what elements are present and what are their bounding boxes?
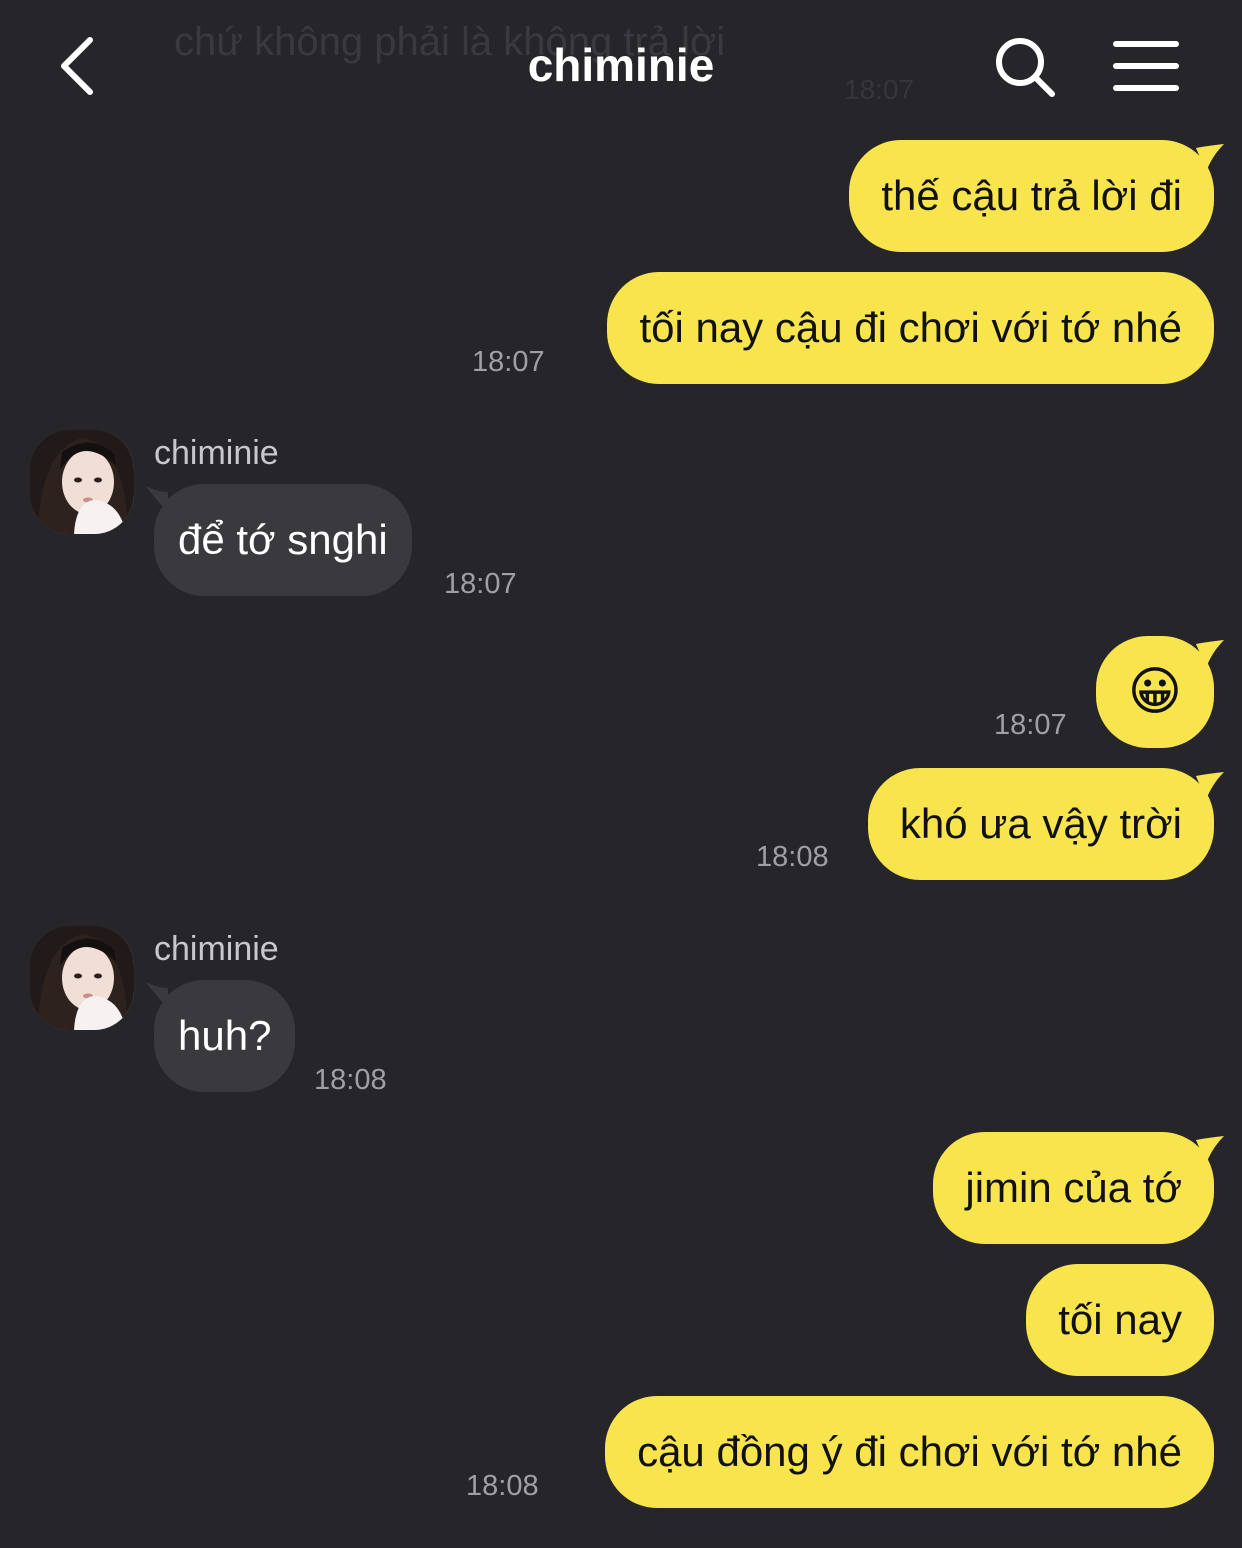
message-time: 18:08 [314,1064,387,1096]
search-button[interactable] [992,34,1058,100]
message-bubble[interactable]: thế cậu trả lời đi [849,140,1214,252]
hamburger-menu-icon [1113,41,1179,91]
message-bubble[interactable]: huh? [154,980,296,1092]
message-bubble[interactable]: khó ưa vậy trời [867,768,1214,880]
message-bubble[interactable]: tối nay cậu đi chơi với tớ nhé [607,272,1214,384]
emoji-message-bubble[interactable]: 😀 [1095,636,1214,748]
message-bubble[interactable]: để tớ snghi [154,484,412,596]
menu-button[interactable] [1112,38,1180,94]
avatar[interactable] [30,430,134,534]
search-icon [996,38,1055,97]
message-time: 18:07 [472,346,545,378]
message-time: 18:07 [994,709,1067,741]
message-bubble[interactable]: cậu đồng ý đi chơi với tớ nhé [605,1396,1214,1508]
message-bubble[interactable]: tối nay [1026,1264,1214,1376]
avatar-photo [30,430,134,534]
message-time: 18:08 [466,1470,539,1502]
avatar[interactable] [30,926,134,1030]
sender-name: chiminie [154,930,279,968]
message-bubble[interactable]: jimin của tớ [933,1132,1214,1244]
message-time: 18:07 [444,568,517,600]
chat-header: chiminie [0,0,1242,130]
avatar-photo [30,926,134,1030]
message-time: 18:08 [756,841,829,873]
sender-name: chiminie [154,434,279,472]
